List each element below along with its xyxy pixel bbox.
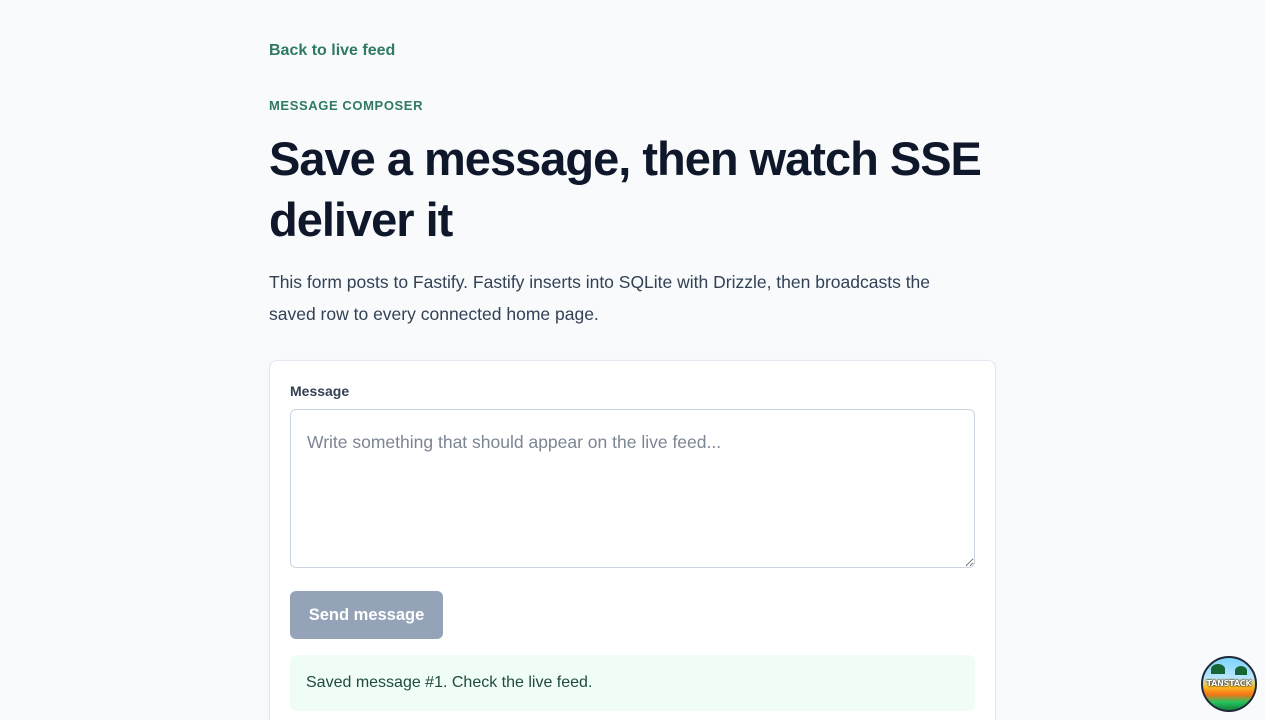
back-to-live-feed-link[interactable]: Back to live feed bbox=[269, 42, 395, 60]
palm-tree-icon bbox=[1211, 664, 1225, 674]
message-input[interactable] bbox=[290, 409, 975, 568]
composer-card: Message Send message Saved message #1. C… bbox=[269, 360, 996, 720]
page-title: Save a message, then watch SSE deliver i… bbox=[269, 132, 982, 246]
page-description: This form posts to Fastify. Fastify inse… bbox=[269, 272, 931, 324]
section-eyebrow: MESSAGE COMPOSER bbox=[269, 98, 424, 113]
status-message: Saved message #1. Check the live feed. bbox=[290, 655, 975, 711]
page: Back to live feed MESSAGE COMPOSER Save … bbox=[0, 0, 1265, 720]
status-text: Saved message #1. Check the live feed. bbox=[306, 674, 593, 691]
send-message-button[interactable]: Send message bbox=[290, 591, 443, 639]
devtools-badge-label: TANSTACK bbox=[1206, 679, 1252, 688]
palm-tree-icon bbox=[1235, 666, 1247, 675]
message-label: Message bbox=[290, 383, 350, 399]
tanstack-devtools-button[interactable]: TANSTACK bbox=[1201, 656, 1257, 712]
